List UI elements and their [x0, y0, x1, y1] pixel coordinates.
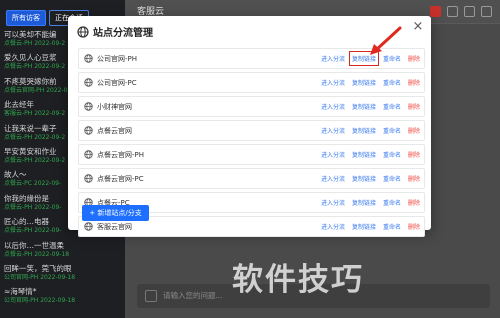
site-actions: 进入分流 复制链接 重命名 删除: [314, 150, 420, 159]
copy-link-button[interactable]: 复制链接: [352, 222, 376, 231]
site-actions: 进入分流 复制链接 重命名 删除: [314, 126, 420, 135]
globe-icon: [84, 102, 93, 111]
rename-link[interactable]: 重命名: [383, 126, 401, 135]
transfer-icon[interactable]: [464, 6, 475, 17]
modal-header: 站点分流管理: [77, 24, 153, 39]
site-actions: 进入分流 复制链接 重命名 删除: [314, 78, 420, 87]
rename-link[interactable]: 重命名: [383, 102, 401, 111]
add-site-button[interactable]: + 新增站点/分支: [82, 205, 149, 221]
watermark: 软件技巧: [232, 262, 364, 298]
enter-routing-link[interactable]: 进入分流: [321, 222, 345, 231]
delete-link[interactable]: 删除: [408, 222, 420, 231]
site-row: 点餐云官网-PH 进入分流 复制链接 重命名 删除: [78, 144, 425, 165]
enter-routing-link[interactable]: 进入分流: [321, 126, 345, 135]
site-name: 客服云官网: [97, 222, 132, 231]
rename-link[interactable]: 重命名: [383, 150, 401, 159]
rename-link[interactable]: 重命名: [383, 78, 401, 87]
globe-icon: [84, 222, 93, 231]
close-icon[interactable]: ×: [411, 20, 425, 34]
emoji-icon[interactable]: [145, 290, 157, 302]
enter-routing-link[interactable]: 进入分流: [321, 78, 345, 87]
site-actions: 进入分流 复制链接 重命名 删除: [314, 198, 420, 207]
site-actions: 进入分流 复制链接 重命名 删除: [314, 102, 420, 111]
arrow-annotation-icon: [370, 26, 402, 55]
site-actions: 进入分流 复制链接 重命名 删除: [314, 222, 420, 231]
conversation-item[interactable]: ≈海琴情* 公司官网-PH 2022-09-18: [4, 285, 125, 308]
enter-routing-link[interactable]: 进入分流: [321, 150, 345, 159]
site-row: 点餐云官网 进入分流 复制链接 重命名 删除: [78, 120, 425, 141]
conversation-title: ≈海琴情*: [4, 287, 37, 297]
enter-routing-link[interactable]: 进入分流: [321, 198, 345, 207]
delete-link[interactable]: 删除: [408, 174, 420, 183]
video-icon[interactable]: [430, 6, 441, 17]
site-name: 点餐云官网-PH: [97, 150, 145, 159]
conversation-source: 公司官网-PH 2022-09-18: [4, 273, 76, 281]
delete-link[interactable]: 删除: [408, 54, 420, 63]
site-name: 点餐云官网: [97, 126, 132, 135]
enter-routing-link[interactable]: 进入分流: [321, 54, 345, 63]
copy-link-button[interactable]: 复制链接: [352, 174, 376, 183]
delete-link[interactable]: 删除: [408, 102, 420, 111]
block-icon[interactable]: [481, 6, 492, 17]
delete-link[interactable]: 删除: [408, 150, 420, 159]
copy-link-button[interactable]: 复制链接: [352, 150, 376, 159]
conversation-title: 以后你…一世温柔: [4, 240, 64, 250]
site-row: 点餐云官网-PC 进入分流 复制链接 重命名 删除: [78, 168, 425, 189]
delete-link[interactable]: 删除: [408, 78, 420, 87]
site-name: 公司官网-PH: [97, 54, 138, 63]
delete-link[interactable]: 删除: [408, 126, 420, 135]
globe-icon: [84, 54, 93, 63]
modal-title: 站点分流管理: [93, 28, 153, 39]
conversation-source: 点餐云-PH 2022-09-18: [4, 250, 70, 258]
site-name: 公司官网-PC: [97, 78, 137, 87]
site-row: 小财神官网 进入分流 复制链接 重命名 删除: [78, 96, 425, 117]
site-row: 公司官网-PC 进入分流 复制链接 重命名 删除: [78, 72, 425, 93]
enter-routing-link[interactable]: 进入分流: [321, 174, 345, 183]
site-actions: 进入分流 复制链接 重命名 删除: [314, 174, 420, 183]
site-name: 小财神官网: [97, 102, 132, 111]
globe-icon: [77, 25, 89, 38]
copy-link-button[interactable]: 复制链接: [352, 102, 376, 111]
rename-link[interactable]: 重命名: [383, 174, 401, 183]
globe-icon: [84, 126, 93, 135]
chat-header-icons: [430, 6, 492, 17]
copy-link-button[interactable]: 复制链接: [352, 78, 376, 87]
chat-input-placeholder: 请输入您的问题...: [163, 291, 223, 300]
enter-routing-link[interactable]: 进入分流: [321, 102, 345, 111]
tab-all-visitors[interactable]: 所有访客: [6, 10, 46, 26]
conversation-source: 公司官网-PH 2022-09-18: [4, 297, 76, 305]
conversation-title: 回眸一笑，莞飞的眼: [4, 263, 72, 273]
globe-icon: [84, 174, 93, 183]
site-name: 点餐云官网-PC: [97, 174, 144, 183]
rename-link[interactable]: 重命名: [383, 222, 401, 231]
history-icon[interactable]: [447, 6, 458, 17]
copy-link-button[interactable]: 复制链接: [352, 198, 376, 207]
conversation-item[interactable]: 以后你…一世温柔 点餐云-PH 2022-09-18: [4, 239, 125, 262]
conversation-item[interactable]: 回眸一笑，莞飞的眼 公司官网-PH 2022-09-18: [4, 262, 125, 285]
copy-link-button[interactable]: 复制链接: [352, 126, 376, 135]
globe-icon: [84, 150, 93, 159]
rename-link[interactable]: 重命名: [383, 198, 401, 207]
delete-link[interactable]: 删除: [408, 198, 420, 207]
globe-icon: [84, 78, 93, 87]
